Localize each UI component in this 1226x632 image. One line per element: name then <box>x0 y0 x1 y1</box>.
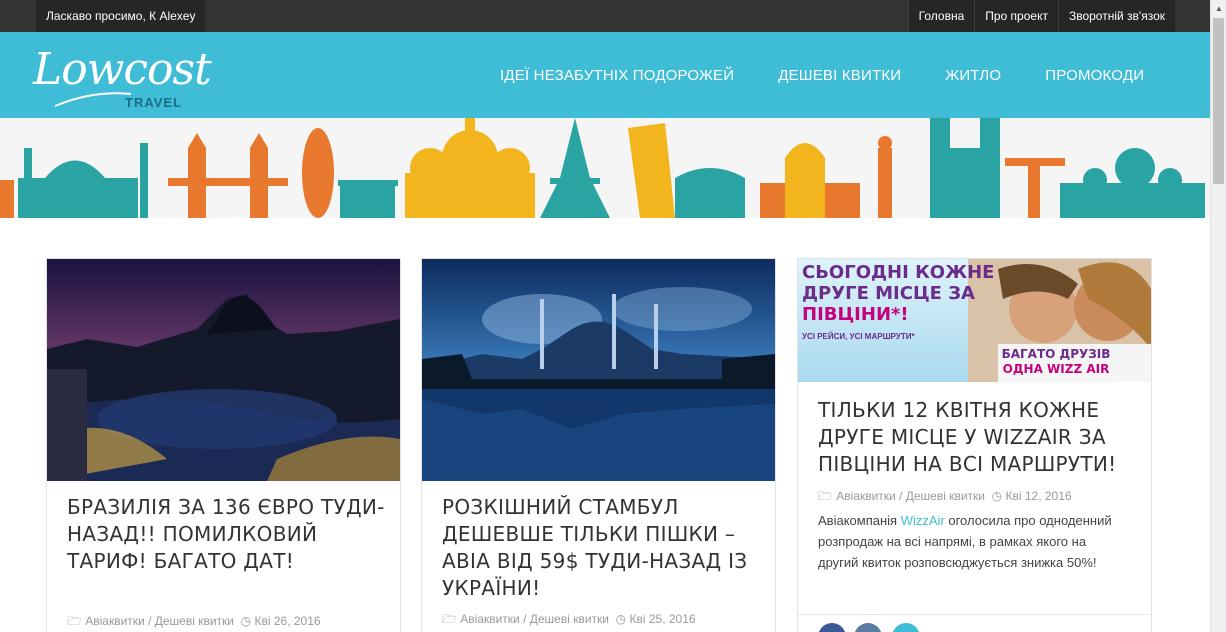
ad-headline-line-2: ДРУГЕ МІСЦЕ ЗА <box>802 283 975 304</box>
post-title[interactable]: ТІЛЬКИ 12 КВІТНЯ КОЖНЕ ДРУГЕ МІСЦЕ У WIZ… <box>818 397 1138 478</box>
post-date: Кві 25, 2016 <box>629 612 696 626</box>
ad-badge-line-1: БАГАТО ДРУЗІВ <box>1001 347 1111 361</box>
scroll-thumb[interactable] <box>1213 18 1224 184</box>
istanbul-mosque-photo <box>422 259 775 481</box>
post-date: Кві 26, 2016 <box>254 614 321 628</box>
post-image-wizzair-ad[interactable]: СЬОГОДНІ КОЖНЕ ДРУГЕ МІСЦЕ ЗА ПІВЦІНИ*! … <box>798 259 1151 382</box>
ad-badge: БАГАТО ДРУЗІВ ОДНА WIZZ AIR <box>990 347 1122 377</box>
clock-icon: ◷ <box>988 489 1003 503</box>
top-bar: Ласкаво просимо, К Alexey Головна Про пр… <box>0 0 1210 32</box>
landmarks-illustration <box>0 118 1205 218</box>
nav-promocodes[interactable]: ПРОМОКОДИ <box>1045 67 1144 84</box>
wizzair-link[interactable]: WizzAir <box>901 513 945 528</box>
clock-icon: ◷ <box>612 612 627 626</box>
facebook-share-icon[interactable] <box>818 623 846 632</box>
nav-trip-ideas[interactable]: ІДЕЇ НЕЗАБУТНІХ ПОДОРОЖЕЙ <box>500 67 734 84</box>
post-meta: 🗁 Авіаквитки / Дешеві квитки ◷ Кві 26, 2… <box>67 612 321 632</box>
clock-icon: ◷ <box>237 614 252 628</box>
ad-small-print: УСІ РЕЙСИ, УСІ МАРШРУТИ* <box>802 332 915 341</box>
top-nav-home[interactable]: Головна <box>907 0 975 32</box>
site-logo[interactable]: Lowcost TRAVEL <box>33 44 212 114</box>
vk-share-icon[interactable] <box>854 623 882 632</box>
folder-icon: 🗁 <box>818 489 833 503</box>
post-card[interactable]: СЬОГОДНІ КОЖНЕ ДРУГЕ МІСЦЕ ЗА ПІВЦІНИ*! … <box>797 258 1152 632</box>
logo-swoosh-icon <box>54 92 132 107</box>
page-scrollbar[interactable]: ▲ <box>1210 0 1226 632</box>
post-categories[interactable]: Авіаквитки / Дешеві квитки <box>836 489 985 503</box>
ad-headline: СЬОГОДНІ КОЖНЕ ДРУГЕ МІСЦЕ ЗА ПІВЦІНИ*! <box>802 262 1002 325</box>
post-meta: 🗁 Авіаквитки / Дешеві квитки ◷ Кві 25, 2… <box>442 610 696 631</box>
post-meta: 🗁 Авіаквитки / Дешеві квитки ◷ Кві 12, 2… <box>818 487 1072 508</box>
ad-headline-line-1: СЬОГОДНІ КОЖНЕ <box>802 262 995 283</box>
twitter-share-icon[interactable] <box>892 623 920 632</box>
post-image-istanbul[interactable] <box>422 259 775 481</box>
post-categories[interactable]: Авіаквитки / Дешеві квитки <box>460 612 609 626</box>
post-date: Кві 12, 2016 <box>1005 489 1072 503</box>
rio-night-photo <box>47 259 400 481</box>
content-area: БРАЗИЛІЯ ЗА 136 ЄВРО ТУДИ-НАЗАД!! ПОМИЛК… <box>0 218 1210 632</box>
post-excerpt: Авіакомпанія WizzAir оголосила про однод… <box>818 510 1128 573</box>
post-title[interactable]: РОЗКІШНИЙ СТАМБУЛ ДЕШЕВШЕ ТІЛЬКИ ПІШКИ –… <box>442 494 762 602</box>
post-card[interactable]: РОЗКІШНИЙ СТАМБУЛ ДЕШЕВШЕ ТІЛЬКИ ПІШКИ –… <box>421 258 776 632</box>
top-nav-contact[interactable]: Зворотній зв'язок <box>1057 0 1175 32</box>
folder-icon: 🗁 <box>67 614 82 628</box>
post-categories[interactable]: Авіаквитки / Дешеві квитки <box>85 614 234 628</box>
post-image-rio[interactable] <box>47 259 400 481</box>
logo-subtitle: TRAVEL <box>125 95 183 110</box>
ad-headline-line-3: ПІВЦІНИ*! <box>802 304 909 325</box>
post-title[interactable]: БРАЗИЛІЯ ЗА 136 ЄВРО ТУДИ-НАЗАД!! ПОМИЛК… <box>67 494 387 575</box>
welcome-message: Ласкаво просимо, К Alexey <box>36 0 206 32</box>
main-nav: ІДЕЇ НЕЗАБУТНІХ ПОДОРОЖЕЙ ДЕШЕВІ КВИТКИ … <box>478 32 1166 118</box>
scroll-up-arrow-icon[interactable]: ▲ <box>1211 0 1226 17</box>
top-nav: Головна Про проект Зворотній зв'язок <box>907 0 1175 32</box>
nav-housing[interactable]: ЖИТЛО <box>945 67 1001 84</box>
post-card[interactable]: БРАЗИЛІЯ ЗА 136 ЄВРО ТУДИ-НАЗАД!! ПОМИЛК… <box>46 258 401 632</box>
nav-cheap-tickets[interactable]: ДЕШЕВІ КВИТКИ <box>778 67 901 84</box>
post-share-bar <box>798 614 1151 632</box>
top-nav-about[interactable]: Про проект <box>974 0 1058 32</box>
excerpt-text: Авіакомпанія <box>818 513 901 528</box>
site-header: Lowcost TRAVEL ІДЕЇ НЕЗАБУТНІХ ПОДОРОЖЕЙ… <box>0 32 1210 118</box>
landmarks-banner <box>0 118 1210 218</box>
folder-icon: 🗁 <box>442 612 457 626</box>
ad-badge-line-2: ОДНА WIZZ AIR <box>1002 362 1110 376</box>
